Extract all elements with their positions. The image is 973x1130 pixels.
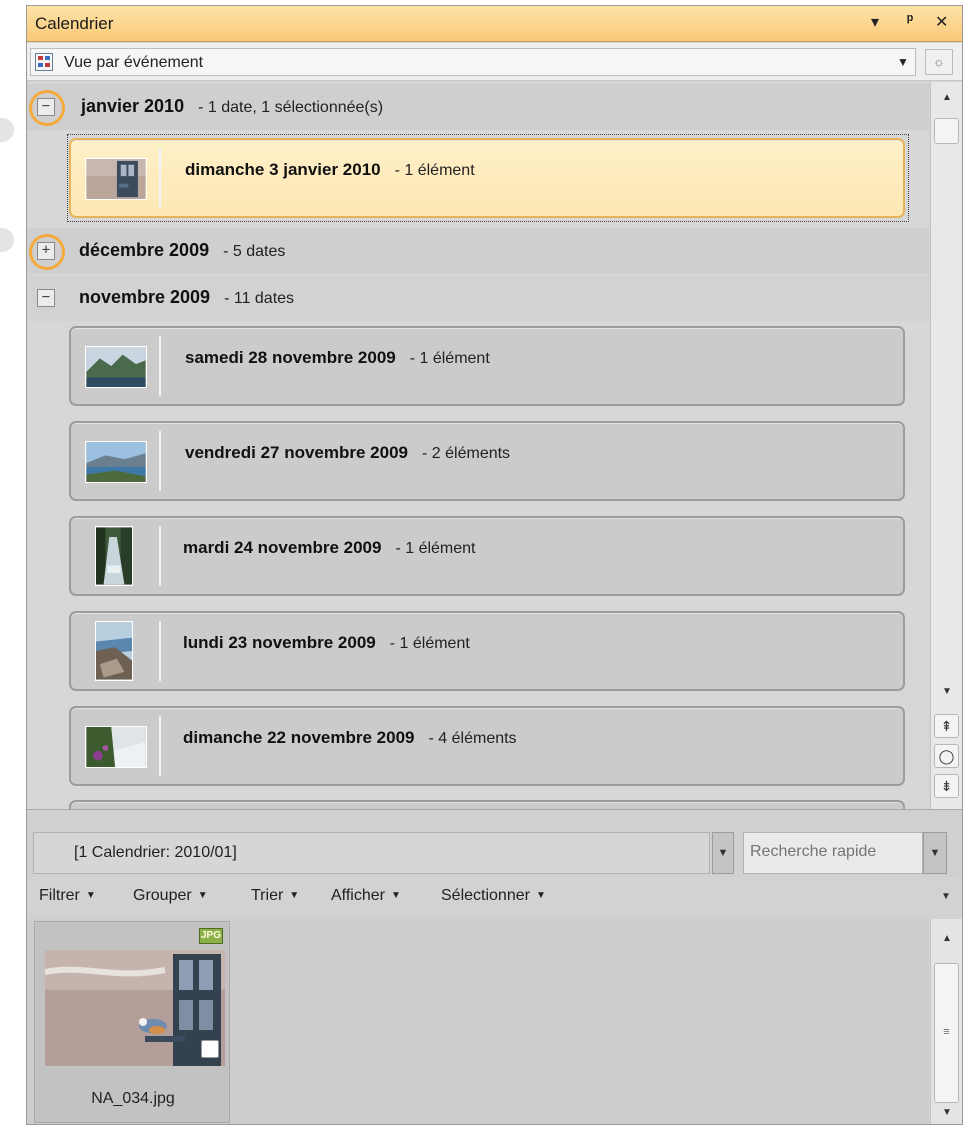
month-name: janvier 2010 <box>81 96 185 116</box>
month-name: décembre 2009 <box>79 240 210 260</box>
group-menu[interactable]: Grouper ▼ <box>133 887 208 905</box>
month-info: - 1 date, 1 sélectionnée(s) <box>198 99 384 116</box>
collapse-icon[interactable]: − <box>37 289 55 307</box>
date-thumbnail <box>95 621 133 681</box>
chevron-down-icon: ▼ <box>197 890 208 901</box>
quick-search-input[interactable] <box>750 843 920 861</box>
date-card[interactable]: vendredi 27 novembre 2009 - 2 éléments <box>69 421 905 501</box>
status-bar: [1 Calendrier: 2010/01] ▼ ▼ <box>27 809 962 877</box>
date-label: mardi 24 novembre 2009 <box>183 538 382 557</box>
chevron-down-icon: ▼ <box>85 890 96 901</box>
file-list-scrollbar[interactable]: ▲ ≡ ▼ <box>930 919 962 1124</box>
file-tile[interactable]: JPG NA_034.jpg <box>34 921 230 1123</box>
date-card[interactable]: samedi 28 novembre 2009 - 1 élément <box>69 326 905 406</box>
jpg-badge-icon: JPG <box>199 928 223 944</box>
date-label: vendredi 27 novembre 2009 <box>185 443 409 462</box>
date-card[interactable]: dimanche 22 novembre 2009 - 4 éléments <box>69 706 905 786</box>
chevron-down-icon: ▼ <box>390 890 401 901</box>
chevron-down-icon: ▼ <box>897 55 909 69</box>
view-bar: Vue par événement ▼ ☼ <box>27 43 962 81</box>
file-thumbnail <box>45 950 225 1066</box>
file-name: NA_034.jpg <box>91 1090 175 1107</box>
scroll-down-icon[interactable]: ▼ <box>931 1107 962 1118</box>
date-thumbnail <box>85 158 147 200</box>
toolbar-overflow-icon[interactable]: ▼ <box>941 891 951 902</box>
settings-gear-button[interactable]: ☼ <box>925 49 953 75</box>
select-menu[interactable]: Sélectionner ▼ <box>441 887 546 905</box>
file-list: JPG NA_034.jpg <box>27 919 929 1124</box>
item-count: - 4 éléments <box>428 730 517 747</box>
month-info: - 11 dates <box>224 290 295 307</box>
background-mark <box>0 228 14 252</box>
calendar-filter-text: [1 Calendrier: 2010/01] <box>74 844 237 861</box>
date-thumbnail <box>95 526 133 586</box>
highlight-ring <box>29 234 65 270</box>
scroll-thumb[interactable]: ≡ <box>934 963 959 1103</box>
item-count: - 1 élément <box>389 635 470 652</box>
calendar-grid-icon <box>35 53 53 71</box>
date-label: dimanche 3 janvier 2010 <box>185 160 381 179</box>
month-name: novembre 2009 <box>79 287 211 307</box>
panel-title: Calendrier <box>35 14 114 33</box>
filter-menu[interactable]: Filtrer ▼ <box>39 887 96 905</box>
background-mark <box>0 118 14 142</box>
scroll-top-button[interactable]: ⇞ <box>934 714 959 738</box>
month-group-decembre-2009[interactable]: + décembre 2009- 5 dates <box>27 228 929 274</box>
sort-menu[interactable]: Trier ▼ <box>251 887 299 905</box>
date-thumbnail <box>85 441 147 483</box>
quick-search-box[interactable] <box>743 832 923 874</box>
calendar-panel: Calendrier ▾ ᵖ ✕ Vue par événement ▼ ☼ −… <box>26 5 963 1125</box>
date-label: lundi 23 novembre 2009 <box>183 633 376 652</box>
month-group-janvier-2010[interactable]: − janvier 2010- 1 date, 1 sélectionnée(s… <box>27 84 929 130</box>
date-thumbnail <box>85 346 147 388</box>
highlight-ring <box>29 90 65 126</box>
date-card[interactable]: lundi 23 novembre 2009 - 1 élément <box>69 611 905 691</box>
scroll-up-icon[interactable]: ▲ <box>931 92 962 103</box>
card-separator <box>159 431 161 491</box>
file-toolbar: Filtrer ▼ Grouper ▼ Trier ▼ Afficher ▼ Sélec… <box>27 877 962 919</box>
view-dropdown[interactable]: Vue par événement ▼ <box>30 48 916 76</box>
title-bar: Calendrier ▾ ᵖ ✕ <box>27 6 962 42</box>
scroll-center-button[interactable]: ◯ <box>934 744 959 768</box>
scroll-thumb[interactable] <box>934 118 959 144</box>
filter-dropdown-button[interactable]: ▼ <box>712 832 734 874</box>
panel-menu-button[interactable]: ▾ <box>871 12 879 32</box>
search-dropdown-button[interactable]: ▼ <box>923 832 947 874</box>
chevron-down-icon: ▼ <box>535 890 546 901</box>
card-separator <box>159 716 161 776</box>
date-card[interactable]: dimanche 3 janvier 2010 - 1 élément <box>69 138 905 218</box>
month-group-novembre-2009[interactable]: − novembre 2009 - 11 dates <box>27 275 929 321</box>
file-checkbox[interactable] <box>201 1040 219 1058</box>
scroll-bottom-button[interactable]: ⇟ <box>934 774 959 798</box>
date-card-partial[interactable] <box>69 800 905 809</box>
card-separator <box>159 526 161 586</box>
date-card[interactable]: mardi 24 novembre 2009 - 1 élément <box>69 516 905 596</box>
card-separator <box>159 336 161 396</box>
item-count: - 1 élément <box>395 540 476 557</box>
date-thumbnail <box>85 726 147 768</box>
view-label: Vue par événement <box>64 54 204 71</box>
tree-scrollbar[interactable]: ▲ ▼ ⇞ ◯ ⇟ <box>930 82 962 809</box>
calendar-filter-box[interactable]: [1 Calendrier: 2010/01] <box>33 832 710 874</box>
date-label: samedi 28 novembre 2009 <box>185 348 396 367</box>
item-count: - 1 élément <box>409 350 490 367</box>
card-separator <box>159 621 161 681</box>
card-separator <box>159 148 161 208</box>
display-menu[interactable]: Afficher ▼ <box>331 887 401 905</box>
pin-icon[interactable]: ᵖ <box>907 12 913 30</box>
scroll-down-icon[interactable]: ▼ <box>931 686 962 697</box>
calendar-tree: − janvier 2010 - 1 date, 1 sélectionnée(s… <box>27 82 929 809</box>
chevron-down-icon: ▼ <box>289 890 300 901</box>
close-button[interactable]: ✕ <box>935 12 948 32</box>
item-count: - 1 élément <box>394 162 475 179</box>
scroll-up-icon[interactable]: ▲ <box>931 933 962 944</box>
item-count: - 2 éléments <box>422 445 511 462</box>
date-label: dimanche 22 novembre 2009 <box>183 728 415 747</box>
month-info: - 5 dates <box>223 243 286 260</box>
